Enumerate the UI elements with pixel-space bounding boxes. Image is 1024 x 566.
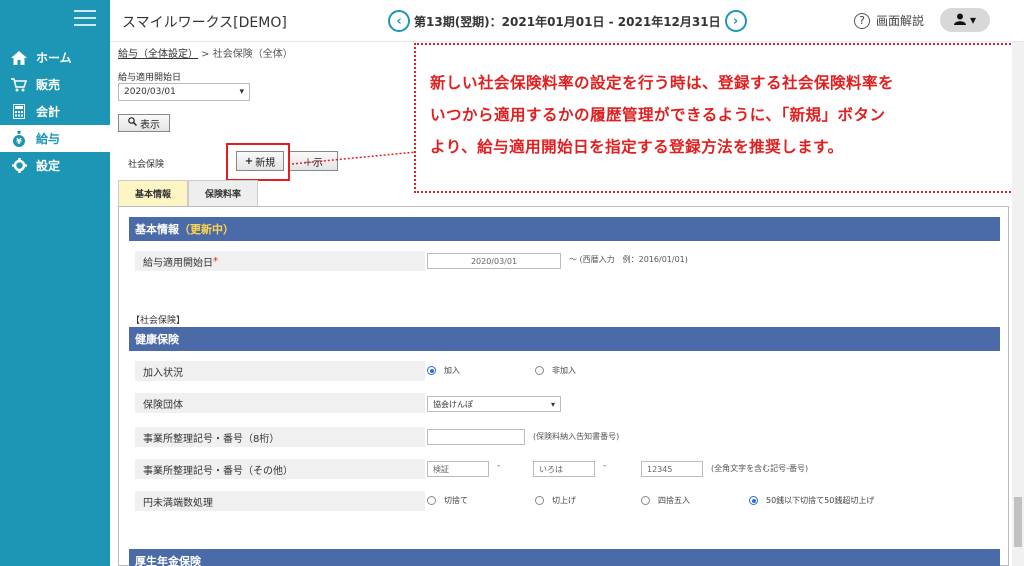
start-date-label-text: 給与適用開始日 — [143, 257, 213, 269]
rounding-radio-round[interactable]: 四捨五入 — [641, 495, 690, 506]
office-other-input-2[interactable]: いろは — [533, 461, 595, 477]
radio-label: 切捨て — [444, 496, 468, 505]
chevron-down-icon: ▾ — [969, 13, 977, 27]
required-mark: * — [213, 255, 218, 267]
office-other-hint: (全角文字を含む記号-番号) — [711, 464, 809, 473]
office-no-label: 事業所整理記号・番号（8桁） — [135, 427, 425, 447]
tab-premium-rate[interactable]: 保険料率 — [188, 180, 258, 206]
period-text: 第13期(翌期)：2021年01月01日 - 2021年12月31日 — [414, 14, 721, 29]
section-pension: 厚生年金保険 — [129, 549, 1000, 566]
radio-dot — [535, 496, 544, 505]
callout-line-1: 新しい社会保険料率の設定を行う時は、登録する社会保険料率を — [430, 74, 895, 92]
sidebar-item-label: 会計 — [36, 105, 61, 119]
start-date-label: 給与適用開始日 * — [135, 251, 425, 271]
group-value: 協会けんぽ — [433, 399, 473, 409]
radio-dot — [427, 496, 436, 505]
sidebar-item-payroll[interactable]: ¥ 給与 — [0, 125, 110, 152]
breadcrumb-separator: > — [198, 49, 213, 60]
cart-icon — [10, 77, 28, 93]
user-icon — [953, 13, 966, 28]
period-selector: ‹ 第13期(翌期)：2021年01月01日 - 2021年12月31日 › — [388, 10, 747, 32]
date-filter-label: 給与適用開始日 — [118, 73, 182, 83]
tab-basic-info[interactable]: 基本情報 — [118, 180, 188, 206]
group-label: 保険団体 — [135, 393, 425, 413]
section-basic-info: 基本情報 （更新中） — [129, 217, 1000, 241]
section-health-insurance: 健康保険 — [129, 327, 1000, 351]
office-other-label: 事業所整理記号・番号（その他） — [135, 459, 425, 479]
breadcrumb-current: 社会保険（全体） — [212, 49, 293, 60]
section-title: 基本情報 — [135, 223, 179, 236]
sidebar: ホーム 販売 会計 ¥ 給与 設定 — [0, 0, 110, 566]
office-no-hint: (保険料納入告知書番号) — [533, 432, 620, 441]
office-other-input-3[interactable]: 12345 — [641, 461, 703, 477]
sidebar-item-label: 給与 — [36, 132, 61, 146]
chevron-down-icon: ▾ — [239, 87, 244, 97]
search-icon — [128, 117, 137, 129]
chevron-down-icon: ▾ — [550, 399, 555, 409]
radio-dot — [641, 496, 650, 505]
start-date-hint: ～ (西暦入力 例：2016/01/01) — [569, 255, 688, 264]
radio-label: 非加入 — [552, 366, 576, 375]
breadcrumb-link[interactable]: 給与（全体設定） — [118, 49, 198, 60]
callout-connector — [292, 151, 416, 165]
enroll-radio-join[interactable]: 加入 — [427, 365, 460, 376]
help-label: 画面解説 — [876, 14, 925, 28]
radio-dot — [535, 366, 544, 375]
show-button-label: 表示 — [140, 119, 160, 131]
rounding-radio-floor[interactable]: 切捨て — [427, 495, 468, 506]
insurance-label: 社会保険 — [128, 160, 165, 170]
radio-label: 50銭以下切捨て50銭超切上げ — [766, 496, 875, 505]
dash: - — [497, 461, 501, 471]
radio-label: 切上げ — [552, 496, 576, 505]
sidebar-item-label: 設定 — [36, 159, 61, 173]
callout-line-2: いつから適用するかの履歴管理ができるように、「新規」ボタン — [430, 106, 886, 124]
rounding-radio-50sen[interactable]: 50銭以下切捨て50銭超切上げ — [749, 495, 874, 506]
sidebar-item-label: ホーム — [36, 51, 72, 65]
update-status: （更新中） — [179, 223, 234, 236]
radio-dot — [427, 366, 436, 375]
start-date-input[interactable]: 2020/03/01 — [427, 253, 561, 269]
user-menu-button[interactable]: ▾ — [940, 8, 990, 32]
next-period-button[interactable]: › — [724, 10, 747, 32]
callout-line-3: より、給与適用開始日を指定する登録方法を推奨します。 — [430, 138, 844, 156]
help-link[interactable]: ? 画面解説 — [854, 12, 924, 29]
scrollbar[interactable] — [1012, 42, 1024, 566]
date-filter-select[interactable]: 2020/03/01 ▾ — [118, 83, 250, 101]
office-no-input[interactable] — [427, 429, 525, 445]
sidebar-item-sales[interactable]: 販売 — [0, 71, 110, 98]
new-button-highlight — [226, 143, 290, 181]
help-icon: ? — [854, 12, 870, 29]
guide-callout: 新しい社会保険料率の設定を行う時は、登録する社会保険料率を いつから適用するかの… — [414, 43, 1022, 193]
top-header: スマイルワークス[DEMO] ‹ 第13期(翌期)：2021年01月01日 - … — [110, 0, 1024, 42]
office-other-input-1[interactable]: 検証 — [427, 461, 489, 477]
main-panel: 基本情報 （更新中） 給与適用開始日 * 2020/03/01 ～ (西暦入力 例：… — [118, 206, 1009, 566]
rounding-radio-ceil[interactable]: 切上げ — [535, 495, 576, 506]
hamburger-menu-icon[interactable] — [74, 10, 96, 28]
prev-period-button[interactable]: ‹ — [388, 10, 410, 32]
radio-label: 加入 — [444, 366, 460, 375]
sidebar-item-settings[interactable]: 設定 — [0, 152, 110, 179]
show-button[interactable]: 表示 — [118, 114, 170, 132]
money-bag-icon: ¥ — [10, 130, 28, 147]
radio-label: 四捨五入 — [658, 496, 690, 505]
insurance-group-select[interactable]: 協会けんぽ ▾ — [427, 396, 561, 412]
gear-icon — [10, 158, 28, 174]
scrollbar-thumb[interactable] — [1014, 497, 1022, 547]
enroll-label: 加入状況 — [135, 361, 425, 381]
dash: - — [603, 461, 607, 471]
enroll-radio-not-join[interactable]: 非加入 — [535, 365, 576, 376]
date-filter-value: 2020/03/01 — [124, 87, 176, 97]
sidebar-nav: ホーム 販売 会計 ¥ 給与 設定 — [0, 44, 110, 179]
sidebar-item-home[interactable]: ホーム — [0, 44, 110, 71]
breadcrumb: 給与（全体設定） > 社会保険（全体） — [118, 45, 293, 60]
social-insurance-label: 【社会保険】 — [131, 316, 186, 326]
radio-dot — [749, 496, 758, 505]
sidebar-item-accounting[interactable]: 会計 — [0, 98, 110, 125]
sidebar-item-label: 販売 — [36, 78, 61, 92]
app-title: スマイルワークス[DEMO] — [122, 15, 287, 31]
home-icon — [10, 50, 28, 66]
calculator-icon — [10, 104, 28, 120]
rounding-label: 円未満端数処理 — [135, 491, 425, 511]
svg-text:¥: ¥ — [16, 137, 22, 146]
